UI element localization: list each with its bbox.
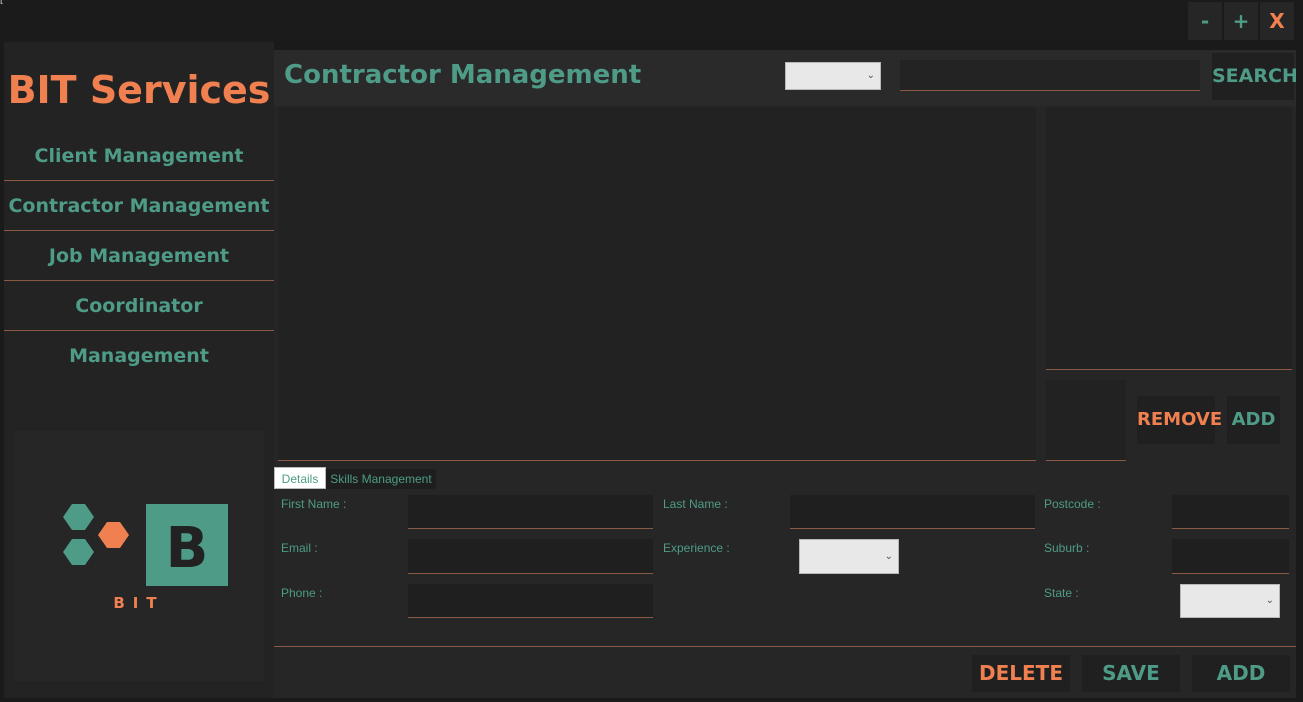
last-name-label: Last Name : [663,497,728,511]
window-corner-label: [ [0,0,3,5]
logo-graphic: B [63,504,228,586]
delete-button[interactable]: DELETE [972,655,1070,692]
state-dropdown[interactable]: ⌄ [1180,584,1280,618]
logo-letter: B [166,516,209,581]
logo-panel: B [14,431,264,681]
maximize-button[interactable]: + [1224,2,1258,40]
first-name-label: First Name : [281,497,347,511]
experience-label: Experience : [663,541,730,555]
first-name-field[interactable] [408,495,653,529]
sidebar-item-coordinator-management[interactable]: Coordinator Management [4,281,274,367]
title-bar [0,0,1303,42]
chevron-down-icon: ⌄ [866,69,875,81]
logo-text: BIT [113,594,165,612]
state-label: State : [1044,586,1079,600]
remove-skill-button[interactable]: REMOVE [1137,396,1222,444]
sidebar-item-job-management[interactable]: Job Management [4,231,274,281]
search-button[interactable]: SEARCH [1212,53,1298,100]
minimize-button[interactable]: - [1188,2,1222,40]
tab-details[interactable]: Details [274,467,326,489]
skill-select-list[interactable] [1046,380,1126,461]
footer-divider [274,646,1296,647]
window-edge [1296,42,1303,702]
contractor-list[interactable] [278,107,1036,461]
last-name-field[interactable] [790,495,1035,529]
sidebar-item-contractor-management[interactable]: Contractor Management [4,181,274,231]
chevron-down-icon: ⌄ [884,550,893,562]
add-button[interactable]: ADD [1192,655,1290,692]
add-skill-button[interactable]: ADD [1227,396,1280,444]
suburb-label: Suburb : [1044,541,1090,555]
close-button[interactable]: X [1260,2,1294,40]
save-button[interactable]: SAVE [1082,655,1180,692]
search-filter-dropdown[interactable]: ⌄ [785,62,881,90]
sidebar-item-client-management[interactable]: Client Management [4,131,274,181]
email-label: Email : [281,541,318,555]
suburb-field[interactable] [1172,539,1289,574]
chevron-down-icon: ⌄ [1265,594,1274,606]
search-input[interactable] [900,60,1200,91]
phone-field[interactable] [408,584,653,618]
brand-title: BIT Services [7,68,271,112]
postcode-field[interactable] [1172,495,1289,529]
phone-label: Phone : [281,586,323,600]
tab-skills-management[interactable]: Skills Management [326,469,436,489]
skills-list[interactable] [1046,107,1292,370]
experience-dropdown[interactable]: ⌄ [799,539,899,574]
email-field[interactable] [408,539,653,574]
postcode-label: Postcode : [1044,497,1101,511]
page-title: Contractor Management [284,60,642,90]
